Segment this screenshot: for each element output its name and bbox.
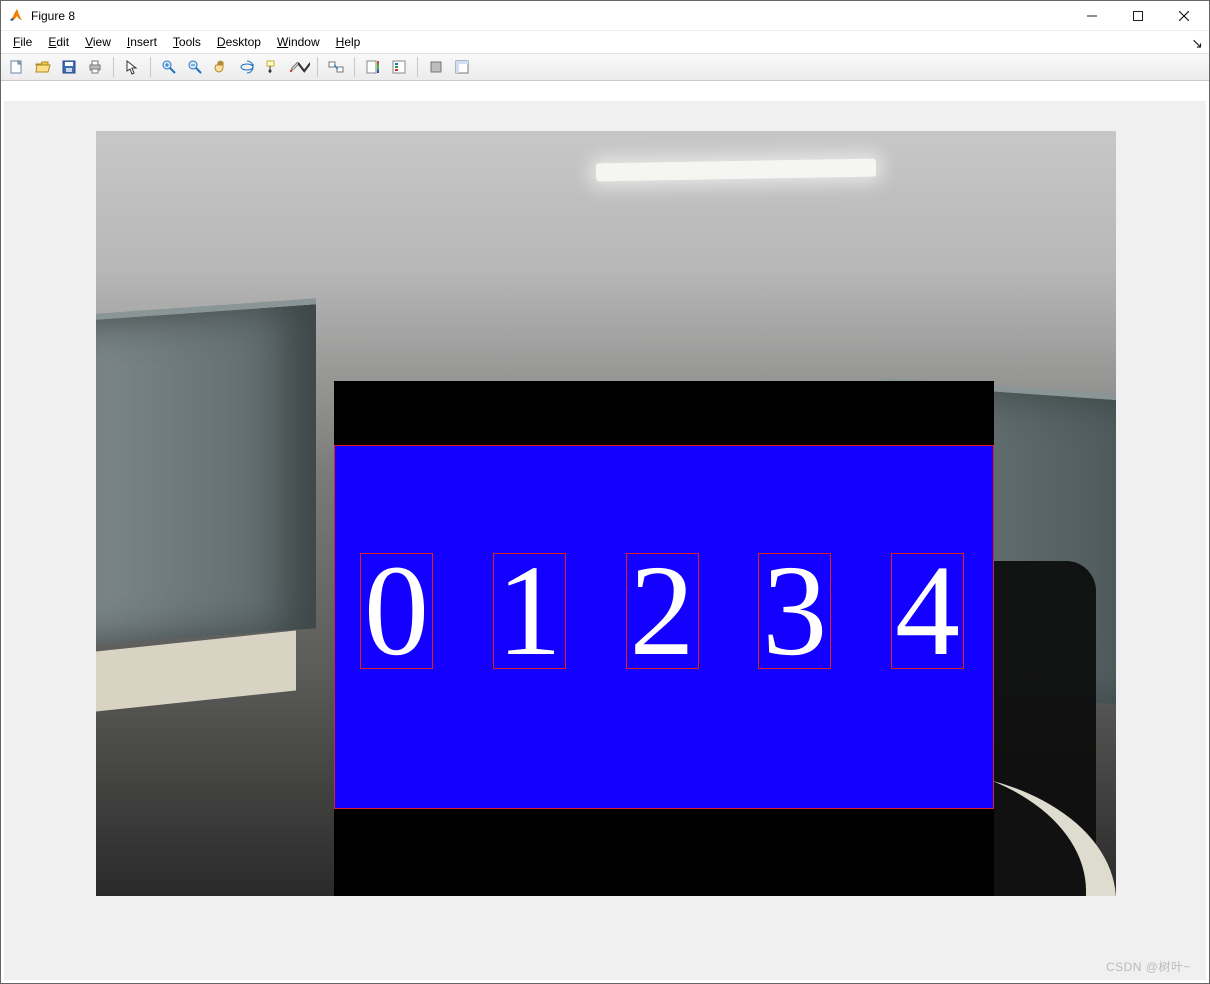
minimize-button[interactable] bbox=[1069, 1, 1115, 31]
menu-window[interactable]: Window bbox=[269, 33, 328, 51]
watermark: CSDN @树叶~ bbox=[1106, 958, 1191, 975]
matlab-icon bbox=[9, 8, 25, 24]
toolbar-separator bbox=[317, 57, 318, 77]
pan-button[interactable] bbox=[209, 56, 233, 78]
digit-2: 2 bbox=[630, 561, 695, 661]
digit-0: 0 bbox=[364, 561, 429, 661]
cubicle-left bbox=[96, 298, 316, 643]
toolbar-separator bbox=[417, 57, 418, 77]
hide-plot-tools-button[interactable] bbox=[424, 56, 448, 78]
window-controls bbox=[1069, 1, 1207, 31]
figure-toolbar bbox=[1, 53, 1209, 81]
brush-button[interactable] bbox=[287, 56, 311, 78]
menu-file[interactable]: File bbox=[5, 33, 40, 51]
digit-bbox-4: 4 bbox=[891, 553, 964, 669]
menu-edit[interactable]: Edit bbox=[40, 33, 77, 51]
menu-bar: File Edit View Insert Tools Desktop Wind… bbox=[1, 31, 1209, 53]
print-button[interactable] bbox=[83, 56, 107, 78]
menu-insert[interactable]: Insert bbox=[119, 33, 165, 51]
digit-1: 1 bbox=[497, 561, 562, 661]
digit-bbox-2: 2 bbox=[626, 553, 699, 669]
data-cursor-button[interactable] bbox=[261, 56, 285, 78]
digit-bbox-3: 3 bbox=[758, 553, 831, 669]
toolbar-separator bbox=[354, 57, 355, 77]
menu-desktop[interactable]: Desktop bbox=[209, 33, 269, 51]
open-button[interactable] bbox=[31, 56, 55, 78]
digit-row: 0 1 2 3 4 bbox=[360, 549, 964, 673]
menu-tools[interactable]: Tools bbox=[165, 33, 209, 51]
digit-3: 3 bbox=[762, 561, 827, 661]
pointer-button[interactable] bbox=[120, 56, 144, 78]
image-axes: 0 1 2 3 4 bbox=[96, 131, 1116, 896]
toolbar-separator bbox=[150, 57, 151, 77]
menu-help[interactable]: Help bbox=[328, 33, 369, 51]
maximize-button[interactable] bbox=[1115, 1, 1161, 31]
digit-4: 4 bbox=[895, 561, 960, 661]
link-plot-button[interactable] bbox=[324, 56, 348, 78]
new-figure-button[interactable] bbox=[5, 56, 29, 78]
save-button[interactable] bbox=[57, 56, 81, 78]
rotate3d-button[interactable] bbox=[235, 56, 259, 78]
insert-legend-button[interactable] bbox=[387, 56, 411, 78]
title-bar: Figure 8 bbox=[1, 1, 1209, 31]
menu-view[interactable]: View bbox=[77, 33, 119, 51]
zoom-out-button[interactable] bbox=[183, 56, 207, 78]
show-plot-tools-button[interactable] bbox=[450, 56, 474, 78]
close-button[interactable] bbox=[1161, 1, 1207, 31]
toolbar-separator bbox=[113, 57, 114, 77]
digit-bbox-0: 0 bbox=[360, 553, 433, 669]
dock-arrow-icon[interactable]: ↘ bbox=[1191, 35, 1203, 52]
digit-bbox-1: 1 bbox=[493, 553, 566, 669]
insert-colorbar-button[interactable] bbox=[361, 56, 385, 78]
figure-canvas[interactable]: 0 1 2 3 4 bbox=[4, 101, 1206, 980]
window-title: Figure 8 bbox=[31, 9, 1069, 23]
zoom-in-button[interactable] bbox=[157, 56, 181, 78]
